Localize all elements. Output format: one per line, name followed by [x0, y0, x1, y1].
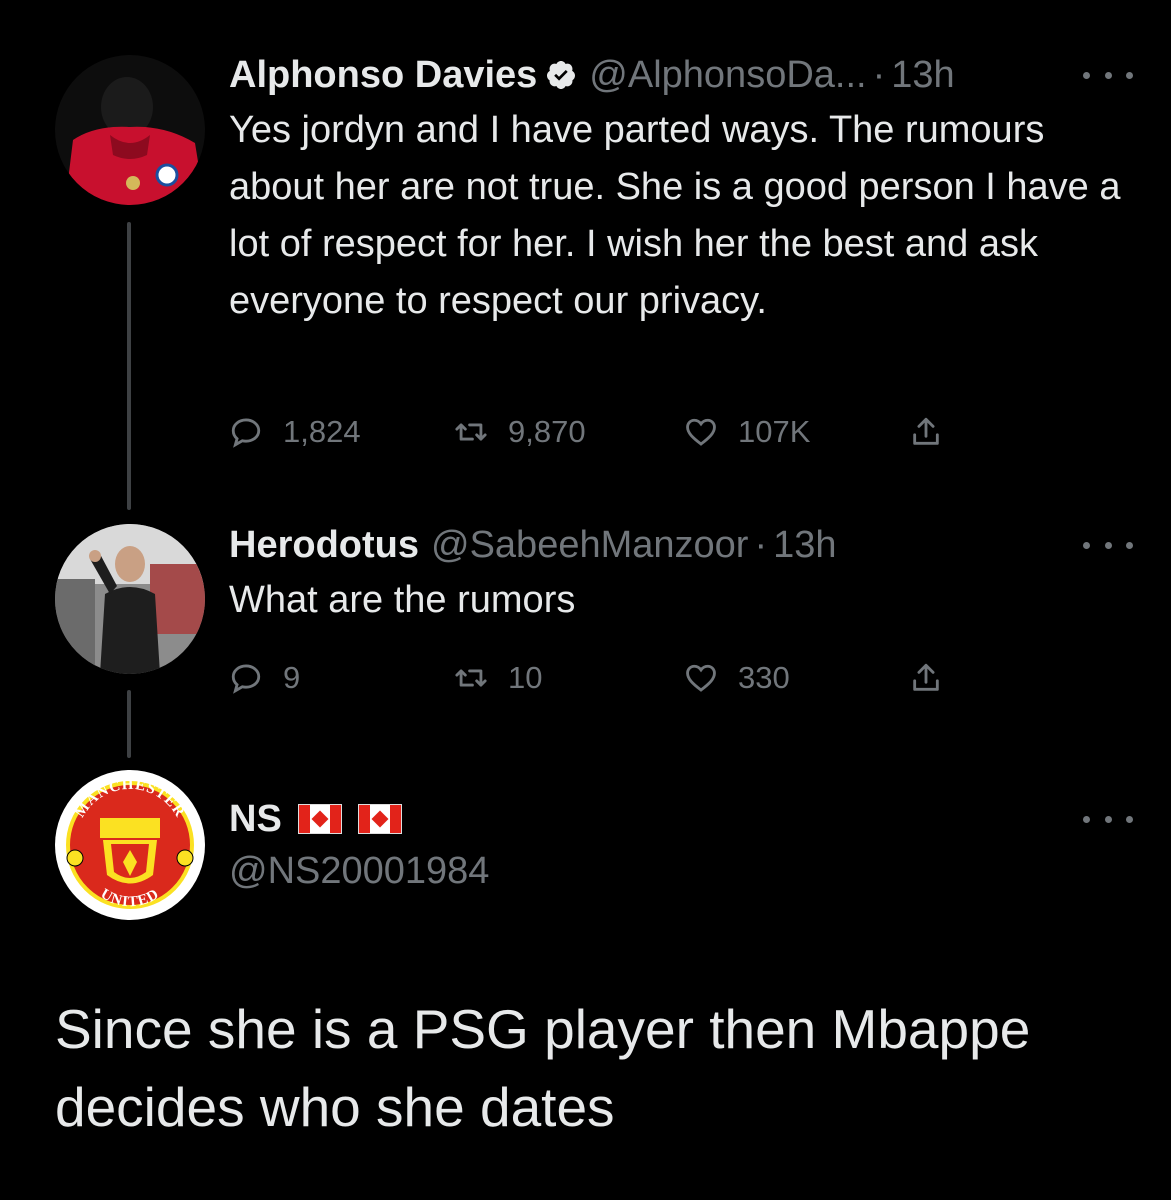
reply-icon — [231, 418, 261, 448]
reply-button[interactable]: 1,824 — [229, 414, 361, 450]
verified-badge-icon — [547, 61, 576, 89]
author-name[interactable]: Alphonso Davies — [229, 52, 537, 98]
tweet[interactable]: Alphonso Davies @AlphonsoDa... · 13h Yes… — [229, 52, 1141, 330]
dot-icon — [1104, 815, 1112, 823]
reply-tweet-text: Since she is a PSG player then Mbappe de… — [55, 998, 1031, 1138]
thread-line — [127, 690, 131, 758]
tweet-actions: 1,824 9,870 107K — [229, 410, 989, 454]
separator-dot: · — [754, 524, 768, 566]
heart-icon — [686, 418, 716, 446]
avatar[interactable]: MANCHESTER UNITED — [55, 770, 205, 920]
thread-line — [127, 222, 131, 510]
dot-icon — [1126, 541, 1133, 549]
dot-icon — [1126, 815, 1133, 823]
share-button[interactable] — [909, 415, 943, 449]
retweet-button[interactable]: 9,870 — [454, 414, 586, 450]
timestamp[interactable]: 13h — [773, 522, 836, 568]
reply-tweet-header[interactable]: NS @NS20001984 — [229, 796, 1141, 894]
dot-icon — [1083, 71, 1090, 79]
share-button[interactable] — [909, 661, 943, 695]
retweet-icon — [455, 669, 487, 687]
dot-icon — [1126, 71, 1133, 79]
more-options-button[interactable] — [1083, 804, 1133, 834]
dot-icon — [1083, 541, 1090, 549]
separator-dot: · — [872, 54, 886, 96]
author-name[interactable]: NS — [229, 796, 282, 842]
retweet-count: 10 — [508, 660, 543, 695]
reply-button[interactable]: 9 — [229, 660, 300, 696]
dot-icon — [1104, 71, 1112, 79]
author-handle[interactable]: @SabeehManzoor — [431, 522, 748, 568]
more-options-button[interactable] — [1083, 530, 1133, 560]
avatar[interactable] — [55, 55, 205, 205]
tweet-text: What are the rumors — [229, 579, 576, 621]
share-icon — [913, 417, 939, 445]
retweet-icon — [455, 423, 487, 441]
dot-icon — [1104, 541, 1112, 549]
like-button[interactable]: 107K — [684, 414, 810, 450]
manchester-united-crest-icon: MANCHESTER UNITED — [57, 772, 203, 918]
tweet-text: Yes jordyn and I have parted ways. The r… — [229, 109, 1121, 322]
share-icon — [913, 663, 939, 691]
reply-count: 1,824 — [283, 414, 361, 449]
more-options-button[interactable] — [1083, 60, 1133, 90]
like-count: 107K — [738, 414, 811, 449]
reply-count: 9 — [283, 660, 301, 695]
avatar[interactable] — [55, 524, 205, 674]
reply-icon — [231, 664, 261, 694]
author-handle[interactable]: @NS20001984 — [229, 848, 489, 894]
tweet[interactable]: Herodotus @SabeehManzoor · 13h What are … — [229, 522, 1141, 629]
like-count: 330 — [738, 660, 790, 695]
retweet-count: 9,870 — [508, 414, 586, 449]
tweet-actions: 9 10 330 — [229, 656, 989, 700]
retweet-button[interactable]: 10 — [454, 660, 542, 696]
heart-icon — [686, 664, 716, 692]
like-button[interactable]: 330 — [684, 660, 790, 696]
canada-flag-icon — [297, 804, 342, 834]
timestamp[interactable]: 13h — [891, 52, 954, 98]
author-name[interactable]: Herodotus — [229, 522, 419, 568]
canada-flag-icon — [357, 804, 402, 834]
author-handle[interactable]: @AlphonsoDa... — [589, 52, 866, 98]
dot-icon — [1083, 815, 1090, 823]
